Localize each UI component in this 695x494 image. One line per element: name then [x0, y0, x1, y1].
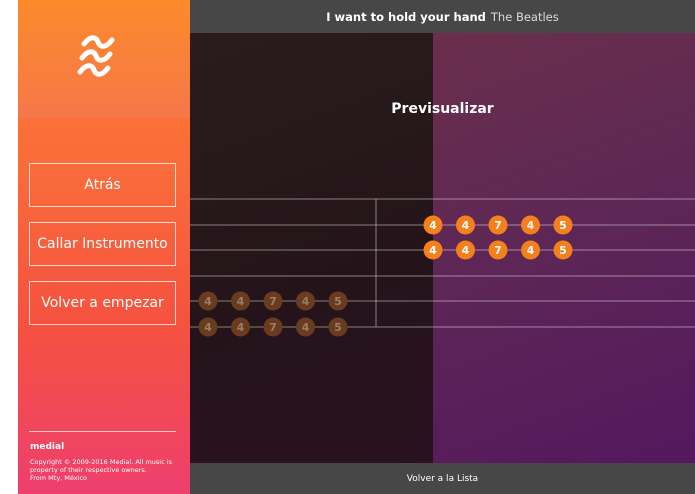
left-margin	[0, 0, 18, 494]
svg-text:7: 7	[269, 321, 277, 334]
svg-text:4: 4	[429, 219, 437, 232]
svg-text:7: 7	[494, 244, 502, 257]
brand-name: medial	[30, 442, 65, 452]
note-played-r2-2: 4	[231, 317, 250, 337]
note-upcoming-r1-1: 4	[423, 215, 443, 235]
svg-text:4: 4	[302, 295, 310, 308]
svg-text:4: 4	[237, 321, 245, 334]
note-upcoming-r1-2: 4	[456, 215, 475, 235]
logo-area	[18, 0, 190, 118]
note-upcoming-r2-2: 4	[456, 240, 475, 260]
svg-text:4: 4	[462, 244, 470, 257]
svg-text:4: 4	[462, 219, 470, 232]
copyright-line: Copyright © 2009-2016 Medial. All music …	[30, 458, 172, 474]
sidebar-divider	[29, 431, 176, 432]
song-title: I want to hold your hand	[326, 9, 486, 24]
note-upcoming-r1-5: 5	[553, 215, 573, 235]
note-upcoming-r2-1: 4	[423, 240, 443, 260]
sidebar: Atrás Callar Instrumento Volver a empeza…	[18, 0, 190, 494]
location-line: From Mty, México	[30, 474, 88, 482]
restart-button[interactable]: Volver a empezar	[29, 281, 176, 325]
svg-text:4: 4	[527, 244, 535, 257]
svg-text:4: 4	[237, 295, 245, 308]
note-played-r1-1: 4	[198, 291, 218, 311]
note-upcoming-r1-3: 7	[488, 215, 508, 235]
app-window: Atrás Callar Instrumento Volver a empeza…	[0, 0, 695, 494]
note-played-r2-1: 4	[198, 317, 218, 337]
back-to-list-button[interactable]: Volver a la Lista	[190, 463, 695, 494]
svg-text:5: 5	[559, 244, 567, 257]
note-highway: Previsualizar 44745447454474544745	[190, 33, 695, 463]
svg-text:5: 5	[334, 321, 342, 334]
svg-text:4: 4	[429, 244, 437, 257]
svg-text:7: 7	[494, 219, 502, 232]
string-lines: 4 4 7 4 5 4 4 7 4 5 4 4 7 4 5 4 4 7 4 5	[190, 198, 695, 337]
note-played-r2-5: 5	[328, 317, 348, 337]
svg-text:4: 4	[527, 219, 535, 232]
svg-text:4: 4	[302, 321, 310, 334]
svg-text:5: 5	[559, 219, 567, 232]
waves-logo-icon	[77, 35, 115, 77]
note-upcoming-r2-5: 5	[553, 240, 573, 260]
note-played-r2-4: 4	[296, 317, 315, 337]
note-played-r1-4: 4	[296, 291, 315, 311]
note-played-r1-2: 4	[231, 291, 250, 311]
note-played-r1-5: 5	[328, 291, 348, 311]
song-header: I want to hold your hand The Beatles	[190, 0, 695, 33]
song-artist: The Beatles	[490, 9, 559, 24]
copyright-text: Copyright © 2009-2016 Medial. All music …	[30, 458, 180, 482]
svg-text:7: 7	[269, 295, 277, 308]
mute-instrument-button[interactable]: Callar Instrumento	[29, 222, 176, 266]
note-played-r2-3: 7	[263, 317, 283, 337]
svg-text:5: 5	[334, 295, 342, 308]
note-upcoming-r2-3: 7	[488, 240, 508, 260]
back-to-list-label: Volver a la Lista	[406, 473, 479, 484]
svg-text:4: 4	[204, 295, 212, 308]
back-button[interactable]: Atrás	[29, 163, 176, 207]
note-played-r1-3: 7	[263, 291, 283, 311]
svg-text:4: 4	[204, 321, 212, 334]
note-upcoming-r2-4: 4	[521, 240, 540, 260]
note-upcoming-r1-4: 4	[521, 215, 540, 235]
